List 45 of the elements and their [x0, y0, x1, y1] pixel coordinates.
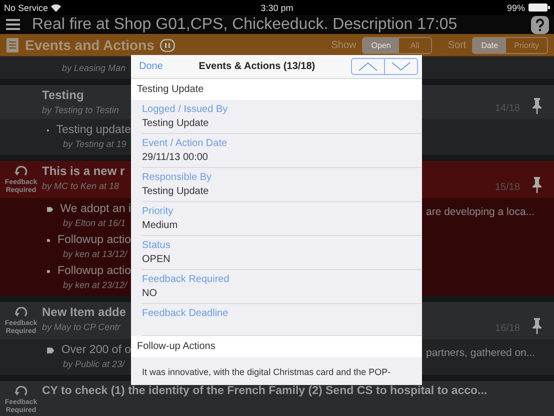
battery-text: 99% — [506, 2, 525, 12]
byline-text: by Leasing Man — [62, 63, 126, 73]
field-value: OPEN — [142, 254, 172, 265]
field-label: Feedback Required — [142, 274, 230, 285]
followup-text: It was innovative, with the digital Christmas card and the POP- — [142, 367, 391, 377]
field-value: NO — [142, 288, 158, 299]
byline-text: by MC to Ken at 18 — [42, 181, 120, 192]
sort-label: Sort — [448, 40, 466, 50]
popover-title: Events & Actions (13/18) — [198, 61, 316, 72]
followup-text: Testing update — [56, 123, 131, 137]
section-header: Follow-up Actions — [131, 336, 422, 357]
field-label: Priority — [142, 206, 174, 217]
field-value: 29/11/13 00:00 — [142, 152, 209, 163]
event-counter: 15/18 — [494, 182, 520, 193]
event-title: CY to check (1) the identity of the French Family (2) Send CS to hospital to acco... — [42, 384, 488, 398]
field-value: Testing Update — [142, 118, 210, 129]
field-value: Medium — [142, 220, 179, 231]
followup-text: We adopt an i — [60, 202, 131, 216]
event-title: Testing — [42, 88, 85, 102]
byline-text: by ken at 13/12/ — [62, 249, 129, 260]
field-label: Event / Action Date — [142, 138, 228, 149]
event-title: New Item adde — [42, 305, 128, 319]
section-title: Events and Actions — [25, 37, 154, 53]
byline-text: by Public at 23/ — [62, 359, 126, 370]
byline-text: by May to CP Centr — [42, 322, 122, 333]
clock-text: 3:30 pm — [260, 2, 294, 12]
followup-text: Followup actio — [57, 233, 131, 247]
followup-text: Followup actio — [57, 264, 131, 278]
byline-text: by Elton at 16/1 — [62, 218, 127, 229]
followup-text: partners, gathered on... — [426, 347, 536, 359]
event-title: This is a new r — [42, 164, 126, 178]
page-title: Real fire at Shop G01,CPS, Chickeeduck. Description 17:05 — [32, 16, 458, 34]
followup-text: are developing a loca... — [426, 206, 535, 218]
field-label: Logged / Issued By — [142, 104, 229, 115]
followup-text: Over 200 of o — [61, 343, 131, 357]
byline-text: by Testing at 19 — [62, 139, 128, 150]
field-label: Responsible By — [142, 172, 212, 183]
field-value: Testing Update — [142, 186, 210, 197]
byline-text: by Testing to Testin — [42, 105, 120, 116]
show-label: Show — [331, 40, 356, 50]
section-header: Testing Update — [131, 79, 422, 100]
carrier-text: No Service — [4, 2, 48, 12]
byline-text: by ken at 23/12/ — [62, 280, 129, 291]
field-label: Status — [142, 240, 172, 251]
field-label: Feedback Deadline — [142, 308, 230, 319]
